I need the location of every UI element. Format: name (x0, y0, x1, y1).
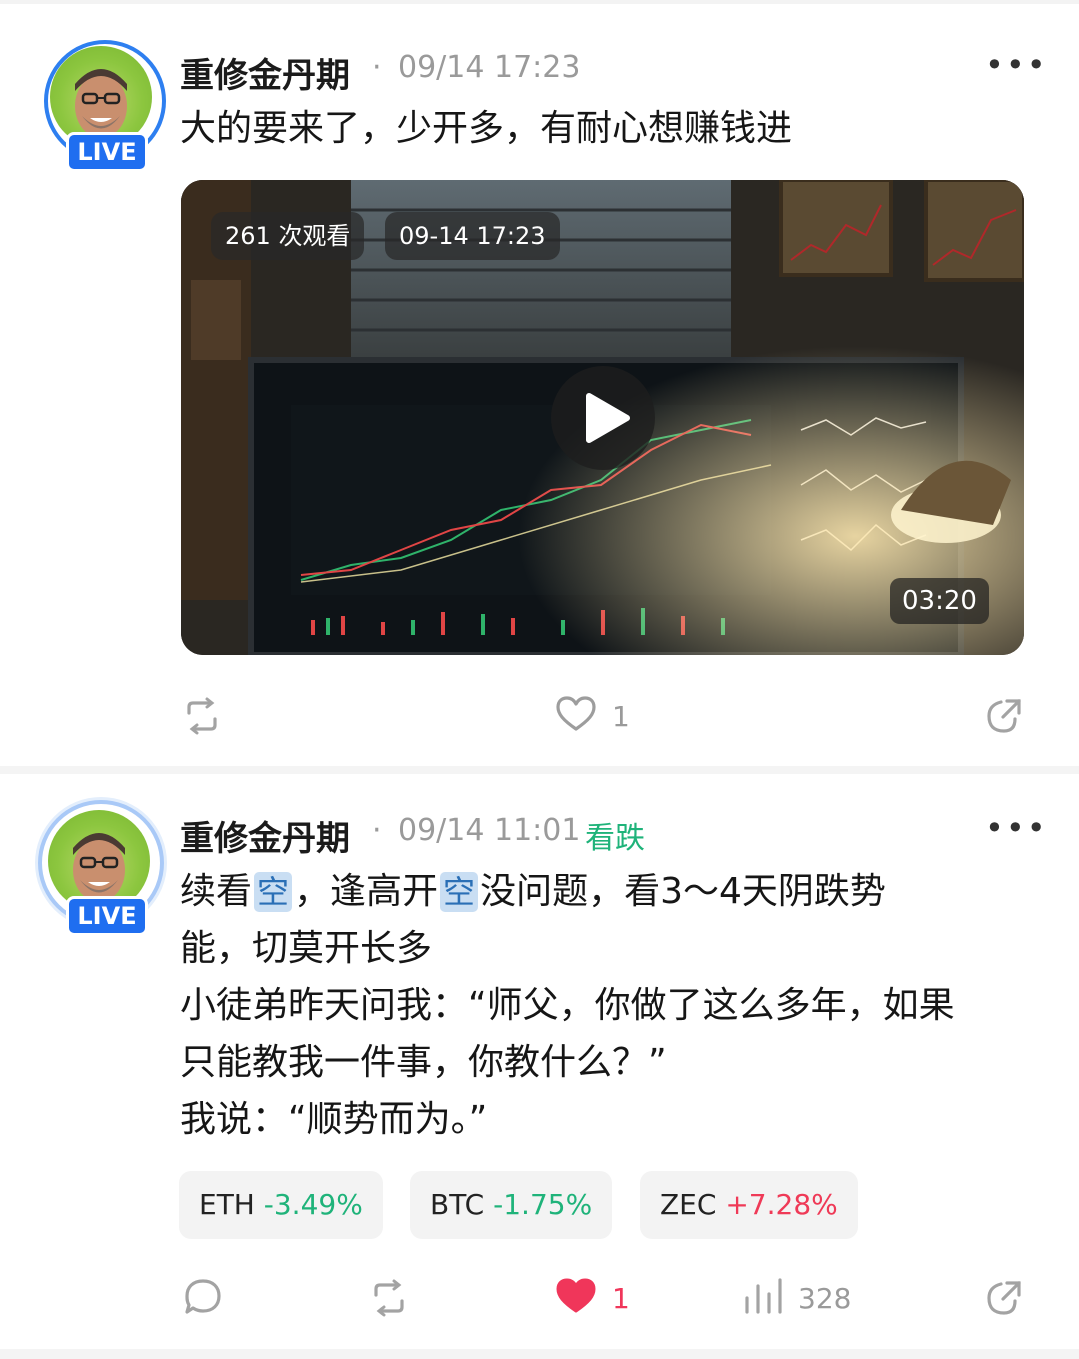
ticker-symbol: ETH (199, 1188, 255, 1221)
repost-icon (374, 1279, 404, 1317)
ticker-change: -1.75% (493, 1188, 593, 1221)
post-time: 09/14 11:01 (398, 813, 581, 848)
post-dot: · (372, 813, 382, 848)
comment-icon (185, 1279, 221, 1314)
video-date-pill: 09-14 17:23 (385, 212, 560, 260)
post-text: 续看空，逢高开空没问题，看3～4天阴跌势 能，切莫开长多 小徒弟昨天问我：“师父… (180, 863, 1040, 1148)
text-segment: 没问题，看3～4天阴跌势 (480, 871, 886, 912)
post-time: 09/14 17:23 (398, 50, 581, 85)
heart-filled-icon (556, 1278, 596, 1313)
text-line-1: 续看空，逢高开空没问题，看3～4天阴跌势 (180, 863, 1040, 920)
text-line-2: 能，切莫开长多 (180, 928, 433, 969)
bearish-tag[interactable]: 看跌 (585, 813, 645, 857)
bar-chart-icon (745, 1278, 782, 1314)
author-avatar[interactable]: LIVE (44, 40, 166, 172)
repost-button[interactable] (370, 1279, 408, 1321)
share-button[interactable] (985, 1279, 1023, 1321)
like-button[interactable] (555, 1277, 597, 1319)
more-options-button[interactable]: ••• (985, 46, 1048, 84)
share-icon (987, 699, 1021, 733)
video-views-pill: 261 次观看 (211, 212, 365, 260)
ticker-chip-eth[interactable]: ETH -3.49% (179, 1171, 383, 1239)
views-button[interactable] (743, 1278, 787, 1318)
live-badge: LIVE (66, 896, 148, 936)
like-button[interactable] (555, 695, 597, 737)
text-line-3: 小徒弟昨天问我：“师父，你做了这么多年，如果 (180, 985, 955, 1026)
live-badge: LIVE (66, 132, 148, 172)
comment-button[interactable] (183, 1277, 223, 1321)
bottom-divider (0, 1349, 1079, 1359)
like-count: 1 (612, 1282, 630, 1315)
ticker-chip-zec[interactable]: ZEC +7.28% (640, 1171, 858, 1239)
text-segment: 续看 (180, 871, 253, 912)
view-count: 328 (798, 1282, 852, 1315)
ticker-change: -3.49% (263, 1188, 363, 1221)
post-dot: · (372, 50, 382, 85)
post-text: 大的要来了，少开多，有耐心想赚钱进 (180, 108, 793, 149)
top-divider (0, 0, 1079, 4)
text-line-4: 只能教我一件事，你教什么？” (180, 1042, 667, 1083)
play-icon (586, 393, 630, 443)
text-segment: ，逢高开 (294, 871, 439, 912)
post-divider (0, 766, 1079, 774)
author-avatar[interactable]: LIVE (38, 800, 164, 936)
like-count: 1 (612, 700, 630, 733)
author-name[interactable]: 重修金丹期 (180, 48, 350, 97)
heart-outline-icon (556, 696, 596, 731)
video-duration: 03:20 (890, 578, 989, 624)
repost-icon (187, 697, 217, 735)
ticker-symbol: BTC (430, 1188, 485, 1221)
ticker-change: +7.28% (725, 1188, 838, 1221)
author-name[interactable]: 重修金丹期 (180, 811, 350, 860)
text-line-5: 我说：“顺势而为。” (180, 1099, 488, 1140)
ticker-symbol: ZEC (660, 1188, 717, 1221)
kong-emoji: 空 (254, 872, 293, 912)
ticker-chip-btc[interactable]: BTC -1.75% (410, 1171, 613, 1239)
play-button[interactable] (551, 366, 655, 470)
share-button[interactable] (985, 697, 1023, 739)
share-icon (987, 1281, 1021, 1315)
repost-button[interactable] (183, 697, 221, 739)
kong-emoji: 空 (440, 872, 479, 912)
more-options-button[interactable]: ••• (985, 809, 1048, 847)
